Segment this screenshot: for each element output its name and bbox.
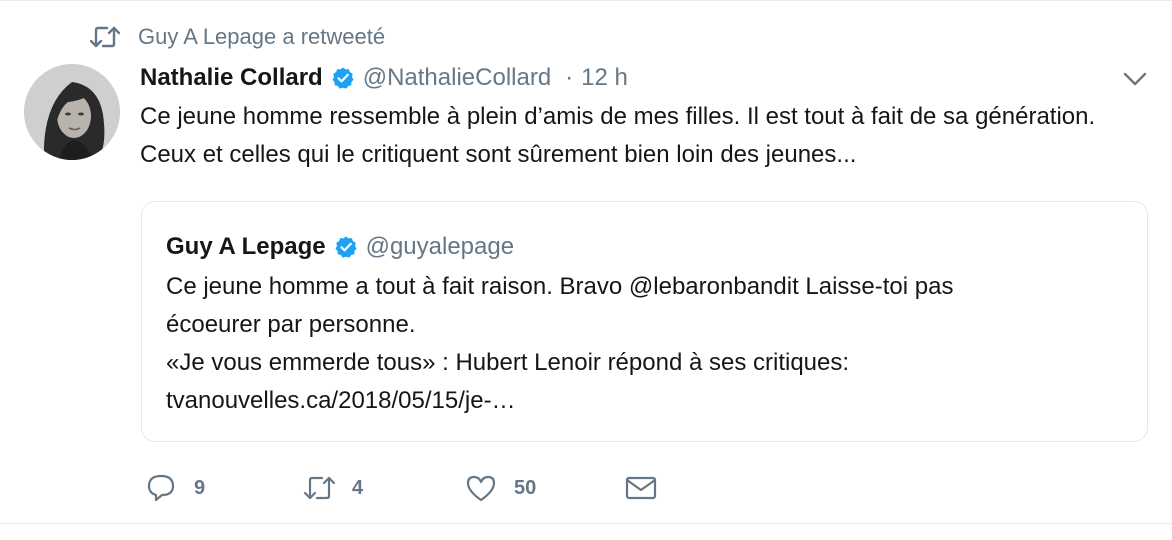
quoted-text-line: écoeurer par personne. [166,311,416,338]
quoted-text-line: Ce jeune homme a tout à fait raison. Bra… [166,273,954,300]
heart-icon [466,475,496,502]
retweet-context: Guy A Lepage a retweeté [90,22,385,52]
retweet-icon [90,26,120,48]
quoted-tweet-text: Ce jeune homme a tout à fait raison. Bra… [166,268,1126,420]
avatar[interactable] [24,64,120,160]
quoted-author-name: Guy A Lepage [166,233,326,260]
reply-button[interactable]: 9 [144,468,205,508]
avatar-photo [24,64,120,160]
reply-icon [147,474,175,502]
direct-message-button[interactable] [624,468,658,508]
like-count: 50 [514,476,537,499]
verified-badge-icon [335,236,357,258]
tweet-text: Ce jeune homme ressemble à plein d’amis … [140,103,1096,168]
quoted-tweet-header: Guy A Lepage @guyalepage [166,230,514,264]
author-name[interactable]: Nathalie Collard [140,64,323,92]
quoted-link: tvanouvelles.ca/2018/05/15/je-… [166,387,516,414]
separator-dot: · [565,64,574,91]
retweet-context-label[interactable]: Guy A Lepage a retweeté [138,24,385,50]
verified-badge-icon [332,67,354,89]
like-button[interactable]: 50 [464,468,536,508]
top-divider [0,0,1172,1]
quoted-text-line: «Je vous emmerde tous» : Hubert Lenoir r… [166,349,850,376]
tweet-timestamp[interactable]: 12 h [581,64,628,92]
retweet-icon [303,476,336,500]
reply-count: 9 [194,476,206,499]
tweet-actions: 9 4 50 [140,468,680,508]
retweet-button[interactable]: 4 [302,468,363,508]
author-handle[interactable]: @NathalieCollard [363,64,551,92]
retweet-count: 4 [352,476,364,499]
quoted-tweet[interactable]: Guy A Lepage @guyalepage Ce jeune homme … [141,201,1148,442]
quoted-author-handle: @guyalepage [365,233,515,260]
bottom-divider [0,523,1172,524]
envelope-icon [625,476,657,500]
tweet-header: Nathalie Collard @NathalieCollard · 12 h [140,60,628,96]
chevron-down-icon[interactable] [1120,66,1150,92]
